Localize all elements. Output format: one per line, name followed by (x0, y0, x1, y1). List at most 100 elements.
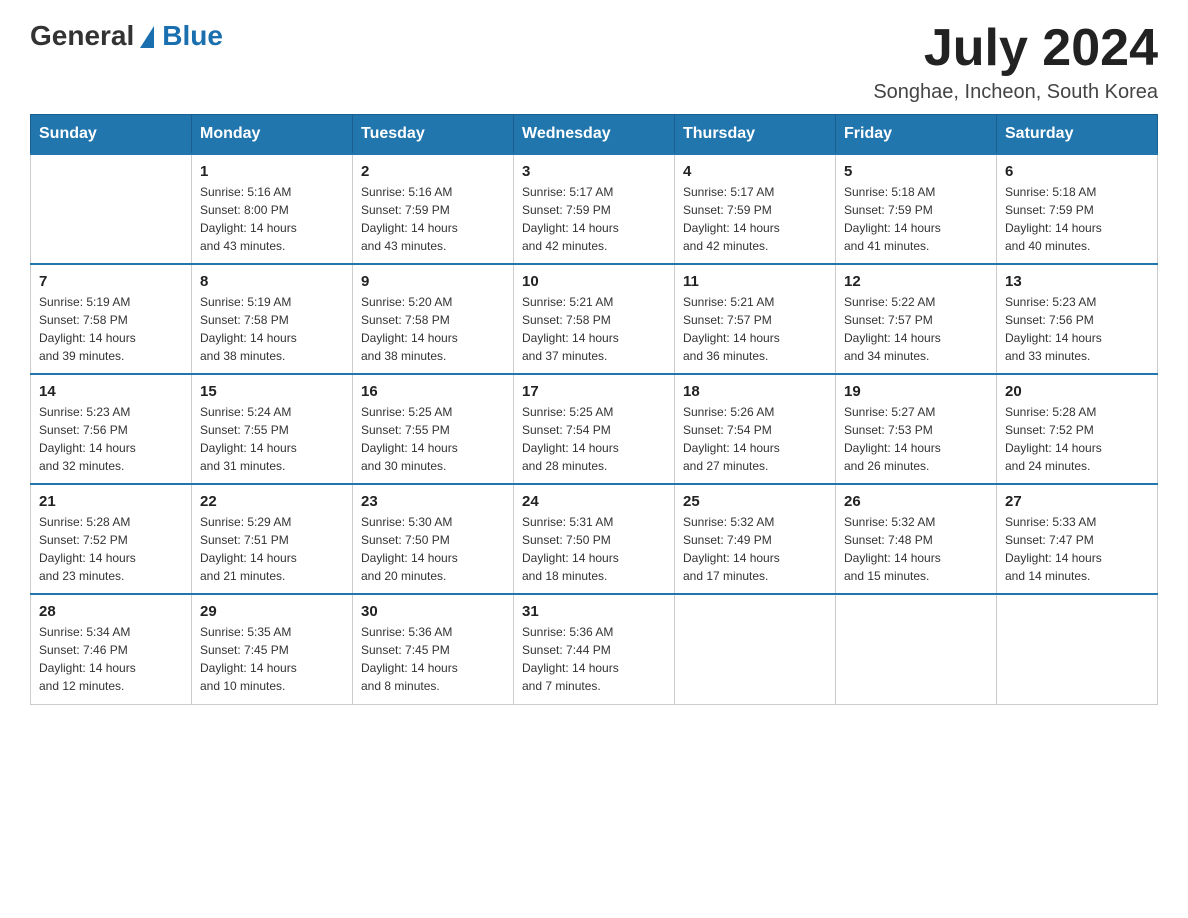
calendar-day-cell: 16 Sunrise: 5:25 AM Sunset: 7:55 PM Dayli… (353, 374, 514, 484)
day-info: Sunrise: 5:16 AM Sunset: 8:00 PM Dayligh… (200, 183, 344, 255)
day-info: Sunrise: 5:30 AM Sunset: 7:50 PM Dayligh… (361, 513, 505, 585)
calendar-day-header: Sunday (31, 115, 192, 155)
calendar-day-cell: 18Sunrise: 5:26 AM Sunset: 7:54 PM Dayli… (675, 374, 836, 484)
day-number: 27 (1005, 493, 1149, 510)
calendar-week-row: 14Sunrise: 5:23 AM Sunset: 7:56 PM Dayli… (31, 374, 1158, 484)
day-number: 30 (361, 603, 505, 620)
day-info: Sunrise: 5:17 AM Sunset: 7:59 PM Dayligh… (683, 183, 827, 255)
day-number: 9 (361, 273, 505, 290)
day-number: 2 (361, 163, 505, 180)
calendar-week-row: 28Sunrise: 5:34 AM Sunset: 7:46 PM Dayli… (31, 594, 1158, 704)
calendar-day-cell: 4 Sunrise: 5:17 AM Sunset: 7:59 PM Daylig… (675, 154, 836, 264)
day-number: 20 (1005, 383, 1149, 400)
calendar-week-row: 1 Sunrise: 5:16 AM Sunset: 8:00 PM Daylig… (31, 154, 1158, 264)
calendar-day-cell: 2 Sunrise: 5:16 AM Sunset: 7:59 PM Daylig… (353, 154, 514, 264)
calendar-week-row: 21 Sunrise: 5:28 AM Sunset: 7:52 PM Dayli… (31, 484, 1158, 594)
logo-triangle-icon (140, 26, 154, 48)
day-number: 11 (683, 273, 827, 290)
day-number: 13 (1005, 273, 1149, 290)
day-number: 26 (844, 493, 988, 510)
calendar-day-cell: 13 Sunrise: 5:23 AM Sunset: 7:56 PM Dayli… (997, 264, 1158, 374)
calendar-day-cell: 22Sunrise: 5:29 AM Sunset: 7:51 PM Dayli… (192, 484, 353, 594)
day-number: 8 (200, 273, 344, 290)
day-number: 24 (522, 493, 666, 510)
day-info: Sunrise: 5:20 AM Sunset: 7:58 PM Dayligh… (361, 293, 505, 365)
calendar-day-cell (997, 594, 1158, 704)
logo: General Blue (30, 20, 223, 52)
day-info: Sunrise: 5:32 AM Sunset: 7:49 PM Dayligh… (683, 513, 827, 585)
calendar-day-cell: 5 Sunrise: 5:18 AM Sunset: 7:59 PM Daylig… (836, 154, 997, 264)
day-number: 19 (844, 383, 988, 400)
day-info: Sunrise: 5:16 AM Sunset: 7:59 PM Dayligh… (361, 183, 505, 255)
day-info: Sunrise: 5:25 AM Sunset: 7:55 PM Dayligh… (361, 403, 505, 475)
day-info: Sunrise: 5:18 AM Sunset: 7:59 PM Dayligh… (1005, 183, 1149, 255)
day-info: Sunrise: 5:36 AM Sunset: 7:44 PM Dayligh… (522, 623, 666, 695)
day-info: Sunrise: 5:23 AM Sunset: 7:56 PM Dayligh… (1005, 293, 1149, 365)
calendar-day-header: Tuesday (353, 115, 514, 155)
day-number: 10 (522, 273, 666, 290)
day-info: Sunrise: 5:31 AM Sunset: 7:50 PM Dayligh… (522, 513, 666, 585)
logo-blue-text: Blue (162, 20, 223, 52)
calendar-day-cell: 26 Sunrise: 5:32 AM Sunset: 7:48 PM Dayli… (836, 484, 997, 594)
day-number: 31 (522, 603, 666, 620)
calendar-week-row: 7 Sunrise: 5:19 AM Sunset: 7:58 PM Daylig… (31, 264, 1158, 374)
day-number: 16 (361, 383, 505, 400)
calendar-body: 1 Sunrise: 5:16 AM Sunset: 8:00 PM Daylig… (31, 154, 1158, 704)
calendar-day-cell: 17 Sunrise: 5:25 AM Sunset: 7:54 PM Dayli… (514, 374, 675, 484)
calendar-day-cell: 1 Sunrise: 5:16 AM Sunset: 8:00 PM Daylig… (192, 154, 353, 264)
day-number: 3 (522, 163, 666, 180)
calendar-day-cell: 11Sunrise: 5:21 AM Sunset: 7:57 PM Dayli… (675, 264, 836, 374)
day-number: 1 (200, 163, 344, 180)
day-number: 5 (844, 163, 988, 180)
calendar-day-cell: 28Sunrise: 5:34 AM Sunset: 7:46 PM Dayli… (31, 594, 192, 704)
day-info: Sunrise: 5:19 AM Sunset: 7:58 PM Dayligh… (200, 293, 344, 365)
day-info: Sunrise: 5:25 AM Sunset: 7:54 PM Dayligh… (522, 403, 666, 475)
day-number: 15 (200, 383, 344, 400)
day-number: 21 (39, 493, 183, 510)
calendar-day-cell: 7 Sunrise: 5:19 AM Sunset: 7:58 PM Daylig… (31, 264, 192, 374)
calendar-day-header: Monday (192, 115, 353, 155)
calendar-day-header: Wednesday (514, 115, 675, 155)
day-number: 17 (522, 383, 666, 400)
calendar-day-cell: 21 Sunrise: 5:28 AM Sunset: 7:52 PM Dayli… (31, 484, 192, 594)
day-info: Sunrise: 5:29 AM Sunset: 7:51 PM Dayligh… (200, 513, 344, 585)
calendar-day-cell: 24 Sunrise: 5:31 AM Sunset: 7:50 PM Dayli… (514, 484, 675, 594)
day-info: Sunrise: 5:28 AM Sunset: 7:52 PM Dayligh… (39, 513, 183, 585)
day-info: Sunrise: 5:18 AM Sunset: 7:59 PM Dayligh… (844, 183, 988, 255)
day-info: Sunrise: 5:22 AM Sunset: 7:57 PM Dayligh… (844, 293, 988, 365)
day-number: 29 (200, 603, 344, 620)
calendar-day-cell: 10 Sunrise: 5:21 AM Sunset: 7:58 PM Dayli… (514, 264, 675, 374)
day-number: 23 (361, 493, 505, 510)
calendar-header: SundayMondayTuesdayWednesdayThursdayFrid… (31, 115, 1158, 155)
logo-general-text: General (30, 20, 134, 52)
calendar-day-header: Friday (836, 115, 997, 155)
day-info: Sunrise: 5:35 AM Sunset: 7:45 PM Dayligh… (200, 623, 344, 695)
calendar-day-cell: 31 Sunrise: 5:36 AM Sunset: 7:44 PM Dayli… (514, 594, 675, 704)
calendar-day-cell: 9 Sunrise: 5:20 AM Sunset: 7:58 PM Daylig… (353, 264, 514, 374)
calendar-day-cell: 15Sunrise: 5:24 AM Sunset: 7:55 PM Dayli… (192, 374, 353, 484)
day-info: Sunrise: 5:28 AM Sunset: 7:52 PM Dayligh… (1005, 403, 1149, 475)
day-info: Sunrise: 5:21 AM Sunset: 7:58 PM Dayligh… (522, 293, 666, 365)
day-info: Sunrise: 5:19 AM Sunset: 7:58 PM Dayligh… (39, 293, 183, 365)
calendar-day-cell: 14Sunrise: 5:23 AM Sunset: 7:56 PM Dayli… (31, 374, 192, 484)
calendar-header-row: SundayMondayTuesdayWednesdayThursdayFrid… (31, 115, 1158, 155)
day-info: Sunrise: 5:32 AM Sunset: 7:48 PM Dayligh… (844, 513, 988, 585)
calendar-day-cell: 29 Sunrise: 5:35 AM Sunset: 7:45 PM Dayli… (192, 594, 353, 704)
page-header: General Blue July 2024 Songhae, Incheon,… (30, 20, 1158, 104)
day-number: 12 (844, 273, 988, 290)
day-number: 28 (39, 603, 183, 620)
calendar-day-cell (31, 154, 192, 264)
day-number: 4 (683, 163, 827, 180)
calendar-day-cell: 3 Sunrise: 5:17 AM Sunset: 7:59 PM Daylig… (514, 154, 675, 264)
calendar-day-cell: 25 Sunrise: 5:32 AM Sunset: 7:49 PM Dayli… (675, 484, 836, 594)
day-info: Sunrise: 5:17 AM Sunset: 7:59 PM Dayligh… (522, 183, 666, 255)
calendar-day-header: Saturday (997, 115, 1158, 155)
location-subtitle: Songhae, Incheon, South Korea (873, 81, 1158, 104)
day-number: 25 (683, 493, 827, 510)
day-info: Sunrise: 5:27 AM Sunset: 7:53 PM Dayligh… (844, 403, 988, 475)
day-number: 6 (1005, 163, 1149, 180)
calendar-day-cell: 8 Sunrise: 5:19 AM Sunset: 7:58 PM Daylig… (192, 264, 353, 374)
calendar-day-cell (675, 594, 836, 704)
day-number: 7 (39, 273, 183, 290)
day-info: Sunrise: 5:26 AM Sunset: 7:54 PM Dayligh… (683, 403, 827, 475)
